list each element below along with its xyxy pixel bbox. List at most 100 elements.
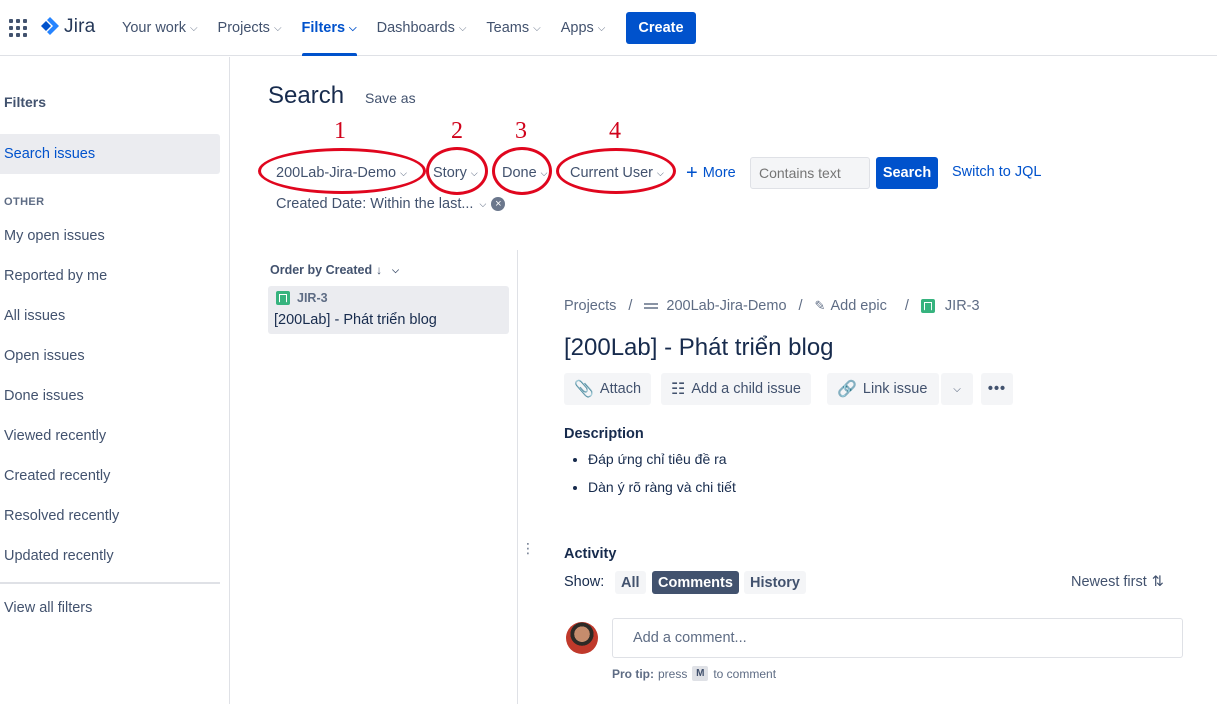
link-issue-label: Link issue [862, 381, 928, 397]
sidebar-item-all-issues[interactable]: All issues [0, 296, 220, 336]
attach-button[interactable]: 📎 Attach [564, 373, 652, 405]
chevron-down-icon: ⌵ [189, 22, 198, 34]
nav-projects-label: Projects [217, 20, 270, 36]
sidebar-divider [0, 582, 220, 584]
breadcrumb-separator: / [628, 298, 633, 314]
avatar [566, 622, 598, 654]
app-switcher-icon[interactable] [9, 19, 27, 37]
description-label: Description [564, 426, 644, 442]
chevron-down-icon: ⌵ [479, 198, 487, 209]
sidebar-item-created-recently[interactable]: Created recently [0, 456, 220, 496]
clear-filter-icon[interactable]: × [491, 197, 506, 211]
breadcrumb: Projects / 200Lab-Jira-Demo / ✎ Add epic… [564, 298, 980, 314]
breadcrumb-separator: / [798, 298, 803, 314]
order-by-label: Order by Created [270, 263, 373, 277]
annotation-oval-3 [492, 147, 552, 195]
sidebar-item-open-issues[interactable]: Open issues [0, 336, 220, 376]
link-issue-button[interactable]: 🔗 Link issue [827, 373, 939, 405]
breadcrumb-projects[interactable]: Projects [564, 298, 616, 314]
sidebar-item-viewed-recently[interactable]: Viewed recently [0, 416, 220, 456]
description-list[interactable]: Đáp ứng chỉ tiêu đề ra Dàn ý rõ ràng và … [588, 451, 736, 507]
annotation-number-3: 3 [515, 118, 527, 144]
nav-apps-label: Apps [560, 20, 594, 36]
activity-tab-comments[interactable]: Comments [652, 571, 739, 594]
panel-divider [517, 250, 518, 704]
chevron-down-icon[interactable]: ⌵ [392, 265, 399, 276]
add-child-issue-label: Add a child issue [691, 381, 801, 397]
jira-logo-text: Jira [64, 16, 96, 37]
activity-tab-all[interactable]: All [615, 571, 646, 594]
annotation-oval-4 [556, 148, 676, 194]
nav-filters[interactable]: Filters ⌵ [292, 0, 367, 56]
switch-to-jql-link[interactable]: Switch to JQL [952, 164, 1041, 180]
chevron-down-icon: ⌵ [597, 22, 606, 34]
drag-handle-icon[interactable]: ⋮ [521, 540, 535, 557]
activity-tab-history[interactable]: History [744, 571, 806, 594]
sidebar-item-done-issues[interactable]: Done issues [0, 376, 220, 416]
chevron-down-icon: ⌵ [533, 22, 541, 34]
link-issue-dropdown[interactable]: ⌵ [941, 373, 973, 405]
annotation-number-2: 2 [451, 118, 463, 144]
issue-list-item[interactable]: JIR-3 [200Lab] - Phát triển blog [268, 286, 509, 334]
annotation-oval-2 [426, 147, 488, 195]
annotation-number-1: 1 [334, 118, 346, 144]
create-button[interactable]: Create [626, 12, 696, 44]
breadcrumb-project[interactable]: 200Lab-Jira-Demo [666, 298, 786, 314]
description-item: Dàn ý rõ ràng và chi tiết [588, 479, 736, 507]
sidebar-item-updated-recently[interactable]: Updated recently [0, 536, 220, 576]
more-filters-button[interactable]: + More [686, 160, 736, 186]
nav-your-work-label: Your work [122, 20, 186, 36]
created-date-filter-label: Created Date: Within the last... [276, 196, 474, 212]
nav-filters-label: Filters [301, 20, 346, 36]
sidebar-list: My open issues Reported by me All issues… [0, 216, 220, 576]
chevron-down-icon: ⌵ [953, 383, 961, 395]
paperclip-icon: 📎 [574, 381, 594, 398]
sidebar-item-my-open-issues[interactable]: My open issues [0, 216, 220, 256]
sidebar-item-resolved-recently[interactable]: Resolved recently [0, 496, 220, 536]
issue-title[interactable]: [200Lab] - Phát triển blog [564, 334, 834, 362]
jira-logo-icon [41, 17, 59, 35]
nav-dashboards-label: Dashboards [376, 20, 455, 36]
sidebar-item-reported-by-me[interactable]: Reported by me [0, 256, 220, 296]
order-by-control[interactable]: Order by Created ↓ ⌵ [270, 263, 399, 277]
nav-apps[interactable]: Apps ⌵ [551, 0, 616, 56]
keyboard-shortcut-key: M [692, 666, 709, 681]
nav-dashboards[interactable]: Dashboards ⌵ [367, 0, 477, 56]
more-dots-icon: ••• [987, 381, 1007, 397]
activity-label: Activity [564, 546, 617, 562]
nav-projects[interactable]: Projects ⌵ [208, 0, 292, 56]
annotation-oval-1 [258, 148, 426, 194]
save-as-button[interactable]: Save as [365, 90, 416, 106]
annotation-number-4: 4 [609, 118, 621, 144]
story-icon [920, 299, 935, 313]
nav-your-work[interactable]: Your work ⌵ [112, 0, 208, 56]
main-nav: Your work ⌵ Projects ⌵ Filters ⌵ Dashboards… [112, 0, 696, 56]
pro-tip-press: press [658, 666, 688, 681]
nav-teams[interactable]: Teams ⌵ [476, 0, 550, 56]
pro-tip-label: Pro tip: [612, 666, 654, 681]
more-filters-label: More [702, 165, 736, 181]
sort-order-toggle[interactable]: Newest first ⇅ [1071, 574, 1164, 590]
sidebar-title: Filters [4, 94, 47, 110]
sidebar-item-search-issues[interactable]: Search issues [0, 134, 220, 174]
jira-logo[interactable]: Jira [40, 16, 95, 38]
show-label: Show: [564, 574, 605, 590]
issue-key: JIR-3 [297, 291, 328, 305]
breadcrumb-add-epic[interactable]: Add epic [830, 298, 886, 314]
arrow-down-icon[interactable]: ↓ [376, 263, 382, 277]
link-icon: 🔗 [837, 381, 857, 398]
breadcrumb-separator: / [904, 298, 909, 314]
view-all-filters-link[interactable]: View all filters [4, 600, 92, 616]
pencil-icon: ✎ [814, 298, 826, 313]
attach-button-label: Attach [599, 381, 642, 397]
sidebar-section-other: OTHER [4, 196, 45, 208]
search-button[interactable]: Search [876, 157, 938, 189]
created-date-filter[interactable]: Created Date: Within the last... ⌵ × [276, 196, 506, 212]
breadcrumb-issue-key[interactable]: JIR-3 [945, 298, 980, 314]
more-actions-button[interactable]: ••• [981, 373, 1013, 405]
add-comment-input[interactable]: Add a comment... [612, 618, 1183, 658]
chevron-down-icon: ⌵ [273, 22, 282, 34]
plus-icon: + [686, 162, 698, 184]
contains-text-input[interactable] [750, 157, 870, 189]
add-child-issue-button[interactable]: ☷ Add a child issue [661, 373, 811, 405]
